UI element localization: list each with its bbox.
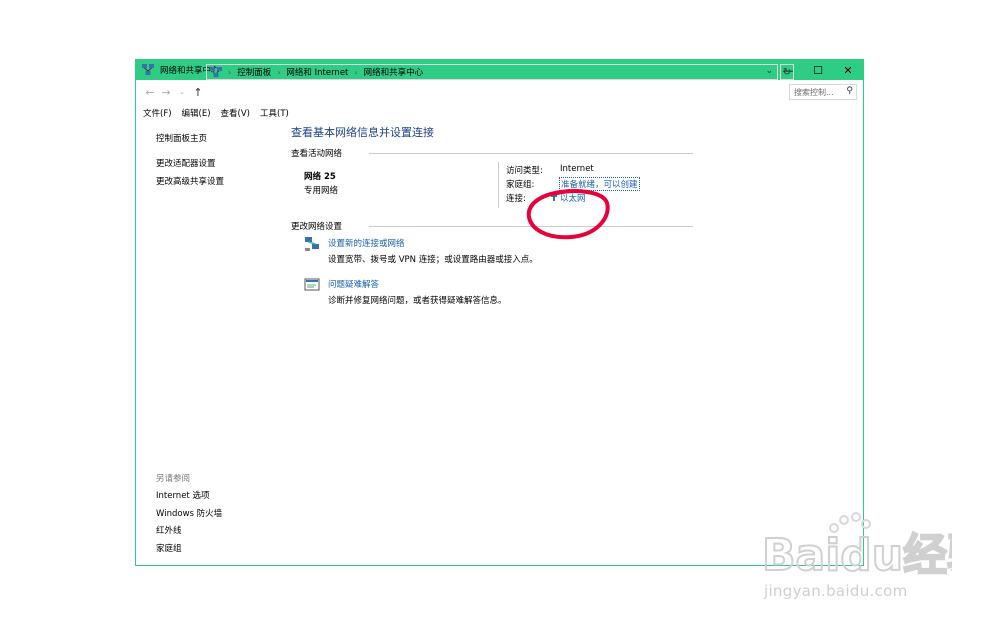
section-divider xyxy=(369,226,693,227)
refresh-icon: ↻ xyxy=(782,66,792,78)
network-type: 专用网络 xyxy=(304,186,339,196)
menu-file[interactable]: 文件(F) xyxy=(143,107,172,119)
setup-connection-desc: 设置宽带、拨号或 VPN 连接；或设置路由器或接入点。 xyxy=(328,255,538,265)
chevron-right-icon[interactable]: › xyxy=(228,68,231,77)
watermark-url: jingyan.baidu.com xyxy=(764,582,908,600)
back-arrow-icon[interactable]: ← xyxy=(142,84,158,100)
access-type-label: 访问类型: xyxy=(506,166,543,176)
see-also-infrared[interactable]: 红外线 xyxy=(156,524,182,536)
troubleshoot-desc: 诊断并修复网络问题，或者获得疑难解答信息。 xyxy=(328,296,507,306)
ethernet-connection-link[interactable]: 以太网 xyxy=(560,192,586,204)
breadcrumb-network-sharing[interactable]: 网络和共享中心 xyxy=(364,66,424,78)
refresh-button[interactable]: ↻ xyxy=(780,64,794,80)
baidu-watermark: Baidu经验 jingyan.baidu.com xyxy=(762,512,952,608)
recent-dropdown-icon[interactable]: ⌄ xyxy=(174,84,190,100)
see-also-homegroup[interactable]: 家庭组 xyxy=(156,542,182,554)
forward-arrow-icon[interactable]: → xyxy=(158,84,174,100)
search-input[interactable]: 搜索控制... ⚲ xyxy=(789,84,857,100)
see-also-heading: 另请参阅 xyxy=(156,474,191,484)
control-panel-icon xyxy=(210,66,222,78)
breadcrumb-network-internet[interactable]: 网络和 Internet xyxy=(286,66,348,78)
menu-bar: 文件(F) 编辑(E) 查看(V) 工具(T) xyxy=(136,104,863,122)
sidebar-item-adapter-settings[interactable]: 更改适配器设置 xyxy=(156,157,216,169)
network-app-icon xyxy=(142,64,154,76)
menu-view[interactable]: 查看(V) xyxy=(221,107,250,119)
address-input[interactable]: › 控制面板 › 网络和 Internet › 网络和共享中心 ⌄ xyxy=(206,64,778,80)
menu-tools[interactable]: 工具(T) xyxy=(260,107,289,119)
homegroup-link[interactable]: 准备就绪，可以创建 xyxy=(559,177,640,191)
see-also-windows-firewall[interactable]: Windows 防火墙 xyxy=(156,507,222,519)
see-also-internet-options[interactable]: Internet 选项 xyxy=(156,489,209,501)
setup-connection-link[interactable]: 设置新的连接或网络 xyxy=(328,237,405,249)
troubleshoot-link[interactable]: 问题疑难解答 xyxy=(328,278,379,290)
network-name: 网络 25 xyxy=(304,172,336,182)
chevron-down-icon[interactable]: ⌄ xyxy=(765,66,773,76)
search-placeholder: 搜索控制... xyxy=(794,87,834,97)
baidu-jingyan-logo: Baidu经验 xyxy=(762,512,952,582)
chevron-right-icon[interactable]: › xyxy=(277,68,280,77)
chevron-right-icon[interactable]: › xyxy=(354,68,357,77)
address-bar: ← → ⌄ ↑ xyxy=(136,80,863,104)
section-divider xyxy=(369,153,693,154)
breadcrumb-control-panel[interactable]: 控制面板 xyxy=(237,66,271,78)
close-button[interactable]: ✕ xyxy=(833,60,863,80)
connection-label: 连接: xyxy=(506,194,526,204)
sidebar-item-control-panel-home[interactable]: 控制面板主页 xyxy=(156,132,207,144)
ethernet-icon xyxy=(549,192,559,202)
up-arrow-icon[interactable]: ↑ xyxy=(190,84,206,100)
vertical-divider xyxy=(498,162,499,208)
network-sharing-window: 网络和共享中心 — ☐ ✕ ← → ⌄ ↑ › 控制面板 › 网络和 Inter… xyxy=(135,59,864,566)
search-icon[interactable]: ⚲ xyxy=(846,86,853,96)
menu-edit[interactable]: 编辑(E) xyxy=(182,107,211,119)
maximize-button[interactable]: ☐ xyxy=(803,60,833,80)
watermark-brand: Baidu经验 xyxy=(762,530,952,581)
network-setup-icon xyxy=(304,236,320,252)
homegroup-label: 家庭组: xyxy=(506,180,535,190)
page-title: 查看基本网络信息并设置连接 xyxy=(291,126,434,139)
troubleshoot-icon xyxy=(304,277,320,293)
active-networks-heading: 查看活动网络 xyxy=(291,149,343,159)
sidebar-item-advanced-sharing[interactable]: 更改高级共享设置 xyxy=(156,175,224,187)
access-type-value: Internet xyxy=(560,164,594,174)
change-settings-heading: 更改网络设置 xyxy=(291,222,343,232)
